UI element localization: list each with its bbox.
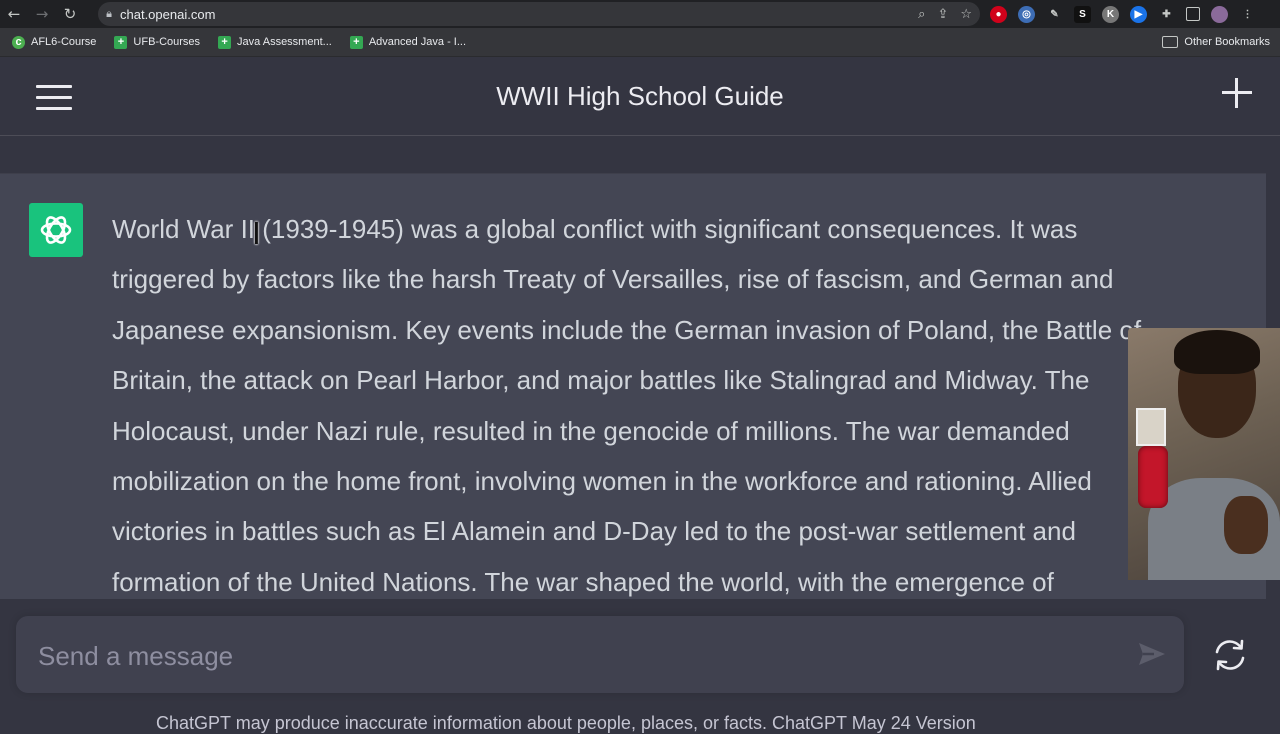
message-line: Japanese expansionism. Key events includ…	[112, 314, 1142, 345]
bookmark-item[interactable]: + Java Assessment...	[218, 35, 332, 49]
assistant-message: World War II (1939-1945) was a global co…	[0, 173, 1266, 599]
regenerate-icon[interactable]	[1212, 637, 1248, 673]
message-line: formation of the United Nations. The war…	[112, 566, 1054, 597]
presenter-hair	[1174, 330, 1260, 374]
address-url[interactable]: chat.openai.com	[120, 7, 215, 22]
microphone	[1138, 446, 1168, 508]
extension-k-icon[interactable]: K	[1102, 5, 1119, 23]
bookmark-plus-icon: +	[218, 35, 232, 49]
bookmarks-bar: c AFL6-Course + UFB-Courses + Java Asses…	[0, 28, 1280, 57]
profile-avatar[interactable]	[1211, 5, 1228, 23]
bookmark-plus-icon: +	[114, 35, 128, 49]
chatgpt-logo-icon	[29, 203, 83, 257]
extension-play-icon[interactable]: ▶	[1130, 5, 1147, 23]
message-line: triggered by factors like the harsh Trea…	[112, 264, 1114, 295]
extension-blue-icon[interactable]: ◎	[1018, 5, 1035, 23]
extension-pen-icon[interactable]: ✎	[1046, 6, 1063, 23]
menu-icon[interactable]	[36, 85, 72, 110]
message-input-box[interactable]	[16, 616, 1184, 693]
disclaimer-footnote: ChatGPT may produce inaccurate informati…	[156, 713, 976, 733]
message-line: World War II (1939-1945) was a global co…	[112, 214, 1078, 244]
bookmark-item[interactable]: c AFL6-Course	[12, 35, 96, 49]
bookmark-star-icon[interactable]: ☆	[960, 7, 972, 22]
zoom-icon[interactable]: ⌕	[918, 7, 925, 22]
send-icon[interactable]	[1136, 638, 1168, 670]
message-line: victories in battles such as El Alamein …	[112, 516, 1076, 547]
extension-s-icon[interactable]: S	[1074, 5, 1091, 23]
forward-arrow-icon[interactable]: →	[28, 0, 56, 28]
extension-red-icon[interactable]: ●	[990, 5, 1007, 23]
bookmark-favicon-icon: c	[12, 35, 25, 49]
text-cursor-icon: I	[252, 217, 261, 252]
new-chat-plus-icon[interactable]	[1222, 78, 1252, 108]
app-header: WWII High School Guide	[0, 57, 1280, 136]
message-input[interactable]	[36, 636, 1100, 676]
page-title: WWII High School Guide	[496, 80, 784, 111]
message-text: World War II (1939-1945) was a global co…	[112, 204, 1232, 599]
webcam-overlay	[1128, 328, 1280, 580]
other-bookmarks[interactable]: Other Bookmarks	[1162, 36, 1270, 48]
message-line: mobilization on the home front, involvin…	[112, 465, 1092, 496]
message-line: Holocaust, under Nazi rule, resulted in …	[112, 415, 1070, 446]
back-arrow-icon[interactable]: ←	[0, 0, 28, 28]
reload-icon[interactable]: ↻	[56, 0, 84, 28]
extensions-bar: ● ◎ ✎ S K ▶ ✚ ⋮	[990, 0, 1256, 28]
side-panel-icon[interactable]	[1186, 7, 1200, 21]
share-icon[interactable]: ⇪	[937, 7, 948, 22]
bookmark-item[interactable]: + Advanced Java - I...	[349, 35, 466, 49]
message-line: Britain, the attack on Pearl Harbor, and…	[112, 365, 1090, 396]
folder-icon	[1162, 36, 1179, 48]
wall-frame	[1136, 408, 1166, 446]
bookmark-plus-icon: +	[349, 35, 363, 49]
presenter-hand	[1224, 496, 1268, 554]
lock-icon: 🔒︎	[106, 7, 112, 20]
address-bar[interactable]: 🔒︎ chat.openai.com ⌕ ⇪ ☆	[98, 2, 980, 26]
bookmark-item[interactable]: + UFB-Courses	[114, 35, 200, 49]
browser-toolbar: ← → ↻ 🔒︎ chat.openai.com ⌕ ⇪ ☆ ● ◎ ✎ S K…	[0, 0, 1280, 28]
composer-area: ChatGPT may produce inaccurate informati…	[0, 599, 1280, 733]
extensions-puzzle-icon[interactable]: ✚	[1158, 6, 1175, 23]
chrome-menu-icon[interactable]: ⋮	[1239, 6, 1256, 23]
